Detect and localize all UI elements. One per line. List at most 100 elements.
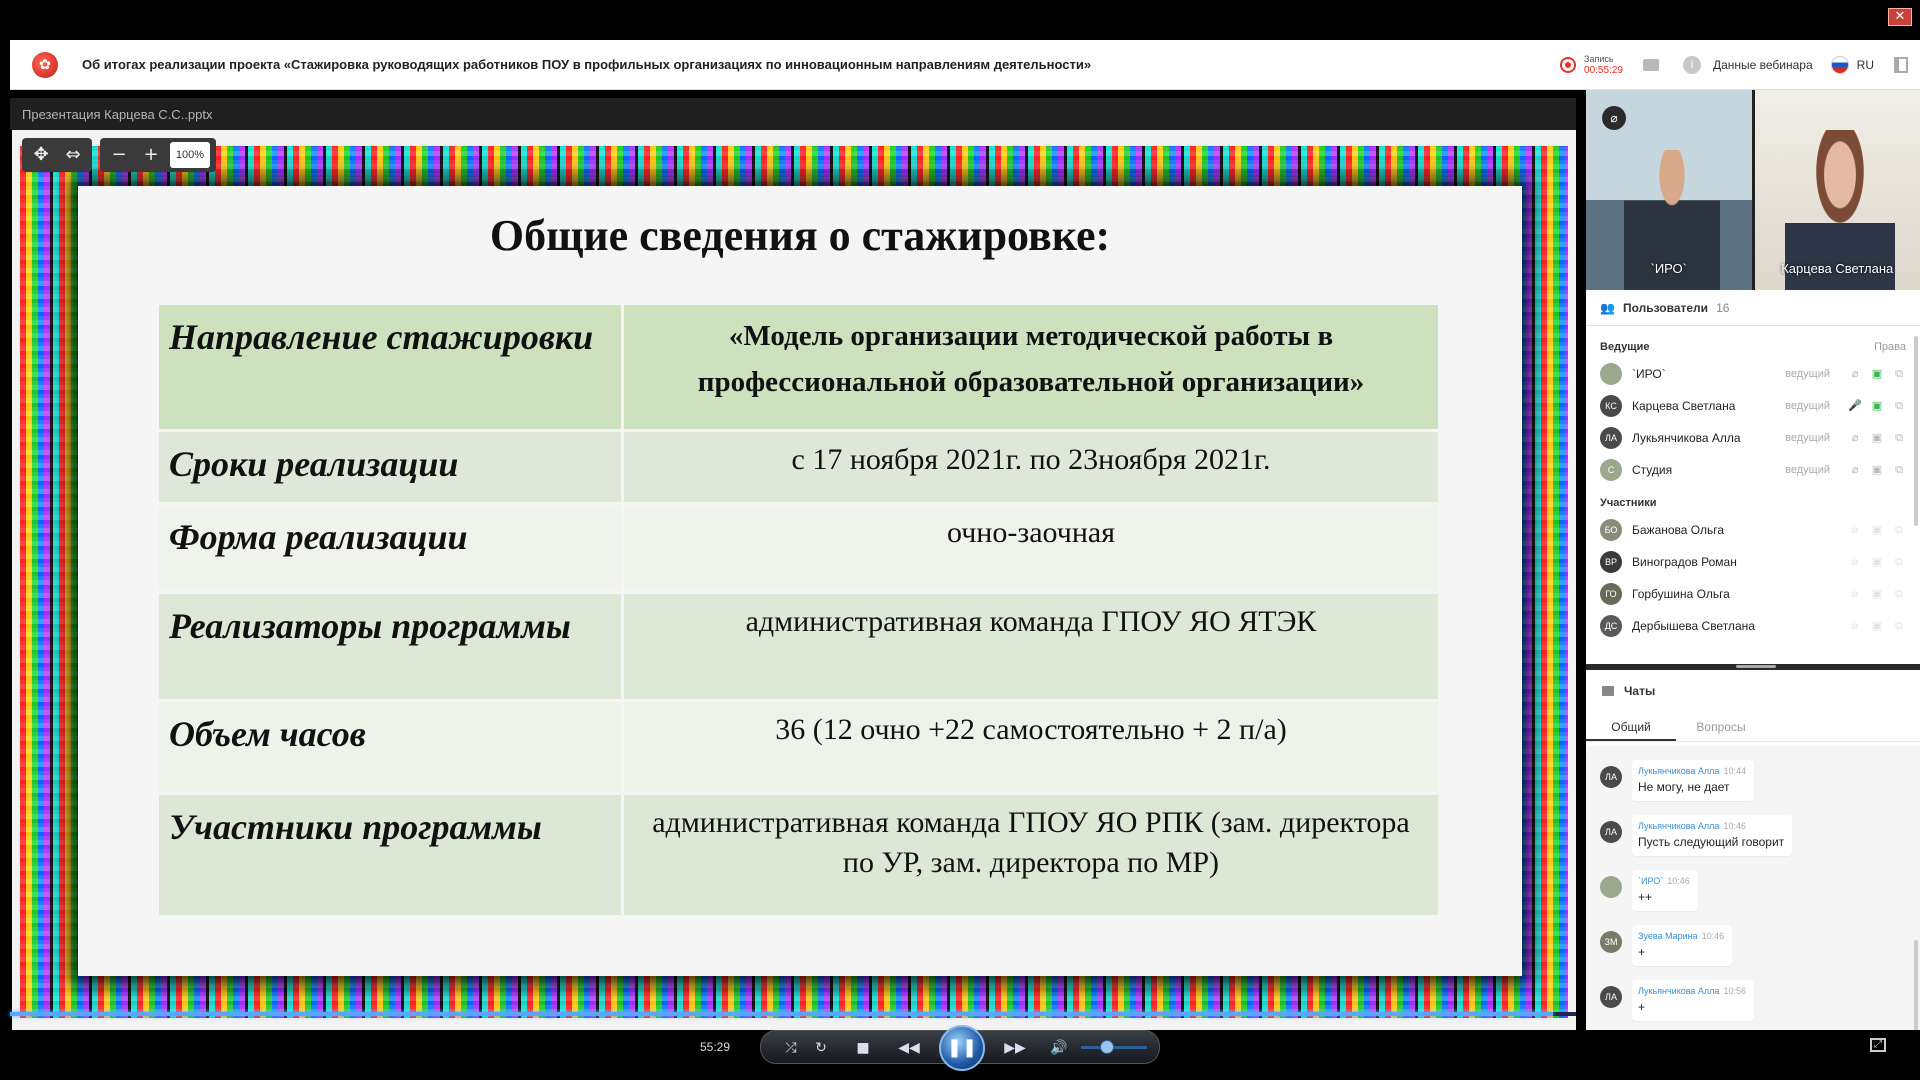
info-icon[interactable]: i [1682, 56, 1701, 74]
mic-off-icon[interactable]: ⌀ [1848, 587, 1862, 601]
exit-icon[interactable] [1894, 57, 1908, 73]
seek-bar[interactable] [10, 1012, 1576, 1016]
table-value: 36 (12 очно +22 самостоятельно + 2 п/а) [621, 699, 1441, 795]
mic-off-icon[interactable]: ⌀ [1848, 367, 1862, 381]
message-author[interactable]: `ИРО` [1638, 876, 1663, 886]
screen-share-icon[interactable]: ⧉ [1892, 523, 1906, 537]
table-value: «Модель организации методической работы … [621, 302, 1441, 432]
avatar: БО [1600, 519, 1622, 541]
camera-icon[interactable]: ▣ [1870, 399, 1884, 413]
pause-button[interactable]: ❚❚ [939, 1025, 985, 1071]
message-text: ++ [1638, 890, 1653, 904]
camera-off-icon[interactable]: ▣ [1870, 431, 1884, 445]
message-author[interactable]: Лукьянчикова Алла [1638, 821, 1719, 831]
mic-icon[interactable]: 🎤 [1848, 399, 1862, 413]
table-key: Участники программы [156, 792, 624, 918]
zoom-in-button[interactable]: + [138, 143, 164, 167]
users-header[interactable]: 👥 Пользователи 16 [1586, 290, 1920, 326]
message-author[interactable]: Лукьянчикова Алла [1638, 986, 1719, 996]
message-author[interactable]: Лукьянчикова Алла [1638, 766, 1719, 776]
avatar: ВР [1600, 551, 1622, 573]
stop-icon[interactable]: ■ [853, 1037, 873, 1059]
tab-questions[interactable]: Вопросы [1676, 714, 1766, 741]
presentation-bar: Презентация Карцева С.С..pptx [10, 98, 1576, 130]
presentation-file-name: Презентация Карцева С.С..pptx [22, 107, 213, 122]
recording-time: 00:55:29 [1584, 65, 1623, 76]
user-row[interactable]: С Студия ведущий ⌀ ▣ ⧉ [1586, 454, 1920, 486]
user-row[interactable]: ЛА Лукьянчикова Алла ведущий ⌀ ▣ ⧉ [1586, 422, 1920, 454]
camera-off-icon[interactable]: ▣ [1870, 555, 1884, 569]
slide: Общие сведения о стажировке: Направление… [78, 186, 1522, 976]
screen-share-icon[interactable]: ⧉ [1892, 399, 1906, 413]
repeat-icon[interactable]: ↻ [811, 1037, 831, 1059]
user-row[interactable]: ГО Горбушина Ольга ⌀ ▣ ⧉ [1586, 578, 1920, 610]
mic-off-icon[interactable]: ⌀ [1848, 555, 1862, 569]
zoom-level: 100% [170, 142, 210, 168]
user-row[interactable]: ВР Виноградов Роман ⌀ ▣ ⧉ [1586, 546, 1920, 578]
header-right: Запись 00:55:29 i Данные вебинара RU [1560, 40, 1920, 90]
user-row[interactable]: БО Бажанова Ольга ⌀ ▣ ⧉ [1586, 514, 1920, 546]
playback-time: 55:29 [700, 1040, 731, 1054]
camera-off-icon[interactable]: ▣ [1870, 523, 1884, 537]
user-row[interactable]: ДС Дербышева Светлана ⌀ ▣ ⧉ [1586, 610, 1920, 642]
table-value: административная команда ГПОУ ЯО РПК (за… [621, 792, 1441, 918]
fit-width-icon[interactable]: ⇔ [60, 143, 86, 167]
message-author[interactable]: Зуева Марина [1638, 931, 1698, 941]
user-row[interactable]: КС Карцева Светлана ведущий 🎤 ▣ ⧉ [1586, 390, 1920, 422]
move-icon[interactable]: ✥ [28, 143, 54, 167]
shuffle-icon[interactable]: ⤮ [781, 1037, 801, 1059]
video-tile[interactable]: ⌀ `ИРО` [1586, 90, 1752, 290]
zoom-out-button[interactable]: − [106, 143, 132, 167]
table-value: очно-заочная [621, 502, 1441, 594]
screen-share-icon[interactable]: ⧉ [1892, 463, 1906, 477]
mic-off-icon[interactable]: ⌀ [1848, 619, 1862, 633]
user-name: Виноградов Роман [1632, 555, 1737, 569]
message-bubble: Зуева Марина 10:46 + [1632, 925, 1733, 966]
fast-forward-icon[interactable]: ▶▶ [997, 1037, 1033, 1059]
avatar: ЗМ [1600, 931, 1622, 953]
video-panel: ⌀ `ИРО` Карцева Светлана [1586, 90, 1920, 290]
user-role: ведущий [1785, 464, 1830, 476]
avatar [1600, 363, 1622, 385]
table-row: Форма реализации очно-заочная [156, 502, 1441, 594]
panel-resize-handle[interactable] [1586, 664, 1920, 670]
volume-icon[interactable]: 🔊 [1049, 1037, 1069, 1059]
webinar-title: Об итогах реализации проекта «Стажировка… [82, 57, 1092, 72]
screen-share-icon[interactable]: ⧉ [1892, 587, 1906, 601]
camera-off-icon[interactable]: ▣ [1870, 463, 1884, 477]
language-selector[interactable]: RU [1857, 58, 1874, 72]
camera-off-icon[interactable]: ▣ [1870, 619, 1884, 633]
flag-ru-icon[interactable] [1830, 56, 1849, 74]
video-tile[interactable]: Карцева Светлана [1754, 90, 1920, 290]
fullscreen-icon[interactable]: ⤢ [1870, 1038, 1886, 1052]
mic-off-icon[interactable]: ⌀ [1848, 431, 1862, 445]
tab-general[interactable]: Общий [1586, 714, 1676, 741]
rewind-icon[interactable]: ◀◀ [891, 1037, 927, 1059]
recording-label: Запись [1584, 54, 1614, 64]
user-name: `ИРО` [1632, 367, 1666, 381]
users-scrollbar[interactable] [1914, 336, 1918, 526]
screen-share-icon[interactable]: ⧉ [1892, 555, 1906, 569]
screen-share-icon[interactable]: ⧉ [1892, 367, 1906, 381]
participants-list: БО Бажанова Ольга ⌀ ▣ ⧉ ВР Виноградов Роман ⌀ ▣ ⧉… [1586, 514, 1920, 642]
player-close-icon[interactable]: ✕ [1888, 8, 1912, 26]
volume-knob[interactable] [1100, 1040, 1115, 1054]
mic-off-icon[interactable]: ⌀ [1848, 463, 1862, 477]
screen-share-icon[interactable]: ⧉ [1892, 431, 1906, 445]
record-icon[interactable] [1560, 57, 1577, 73]
table-row: Сроки реализации с 17 ноября 2021г. по 2… [156, 429, 1441, 505]
camera-off-icon[interactable]: ▣ [1870, 587, 1884, 601]
user-row[interactable]: `ИРО` ведущий ⌀ ▣ ⧉ [1586, 358, 1920, 390]
message-bubble: Лукьянчикова Алла 10:46 Пусть следующий го… [1632, 815, 1793, 856]
message-time: 10:46 [1667, 876, 1690, 886]
table-key: Сроки реализации [156, 429, 624, 505]
message-text: + [1638, 1000, 1646, 1014]
screen-share-icon[interactable]: ⧉ [1892, 619, 1906, 633]
camera-icon[interactable]: ▣ [1870, 367, 1884, 381]
mic-off-icon[interactable]: ⌀ [1848, 523, 1862, 537]
app-logo-icon[interactable]: ✿ [32, 51, 58, 78]
folder-icon[interactable] [1642, 59, 1659, 71]
webinar-data-link[interactable]: Данные вебинара [1713, 58, 1813, 72]
message-text: + [1638, 945, 1646, 959]
chat-title: Чаты [1624, 684, 1656, 698]
